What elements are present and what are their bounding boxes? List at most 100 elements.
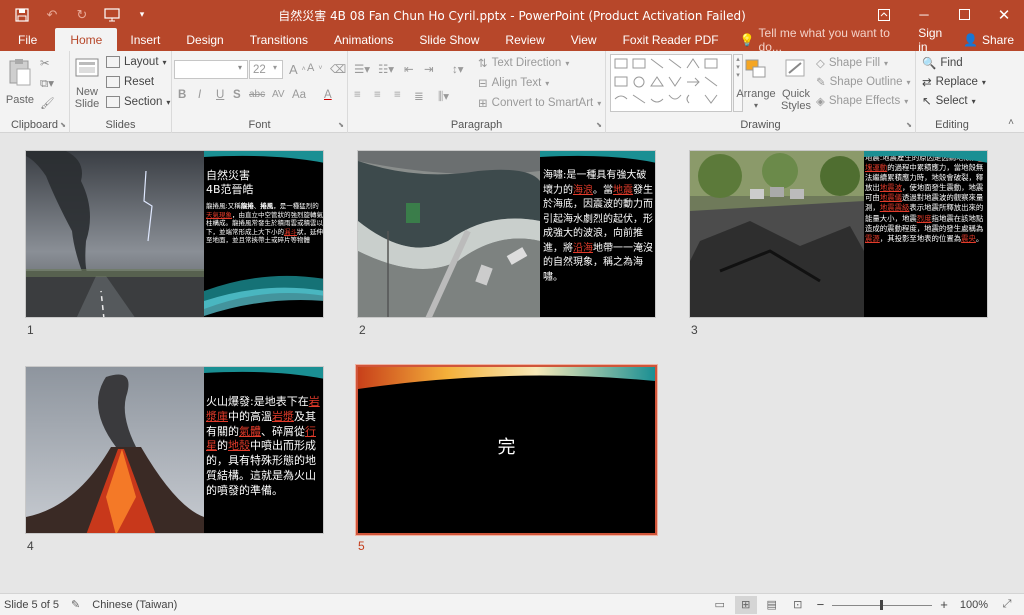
tab-file[interactable]: File <box>0 29 55 51</box>
slide-thumbnail-1[interactable]: 自然災害 4B范晉皓 龍捲風:又稱龍捲、捲風，是一種猛烈的天氣現象，由直立中空管… <box>25 150 324 318</box>
bullets-icon[interactable]: ☰▾ <box>354 62 370 76</box>
normal-view-icon[interactable]: ▭ <box>709 596 731 614</box>
font-launcher-icon[interactable]: ⬊ <box>338 121 344 129</box>
slide-thumbnail-4[interactable]: 火山爆發:是地表下在岩漿庫中的高溫岩漿及其有關的氣體、碎屑從行星的地殼中噴出而形… <box>25 366 324 534</box>
font-size-dropdown-icon[interactable]: ▾ <box>273 63 277 72</box>
undo-icon[interactable]: ↶ <box>38 3 66 27</box>
tab-review[interactable]: Review <box>492 29 557 51</box>
slide-sorter-view-icon[interactable]: ⊞ <box>734 595 757 614</box>
layout-button[interactable]: Layout ▾ <box>106 56 167 68</box>
font-name-box[interactable] <box>174 60 248 79</box>
align-right-icon[interactable]: ≡ <box>394 89 401 101</box>
replace-button[interactable]: ⇄ Replace ▾ <box>922 75 986 89</box>
align-text-button[interactable]: ⊟ Align Text ▾ <box>478 76 549 90</box>
shape-effects-icon: ◈ <box>816 96 825 108</box>
shape-effects-button[interactable]: ◈ Shape Effects ▾ <box>816 94 908 108</box>
zoom-level[interactable]: 100% <box>956 599 992 611</box>
save-icon[interactable] <box>8 3 36 27</box>
paste-label: Paste <box>5 94 35 106</box>
slide-thumbnail-3[interactable]: 地震:地震產生的原因是因為地殼在板塊運動的過程中累積應力，當地殼無法繼續累積應力… <box>689 150 988 318</box>
section-button[interactable]: Section ▾ <box>106 96 170 108</box>
slide-thumbnail-2[interactable]: 海嘯:是一種具有強大破壞力的海浪。當地震發生於海底，因震波的動力而引起海水劇烈的… <box>357 150 656 318</box>
bold-button[interactable]: B <box>178 89 186 101</box>
slide-keyword: 地震震級 <box>879 203 910 213</box>
format-painter-icon[interactable]: 🖌 <box>40 96 55 110</box>
arrange-button[interactable]: Arrange ▾ <box>736 57 776 112</box>
ribbon-display-options-icon[interactable] <box>864 0 904 29</box>
strikethrough-button[interactable]: abc <box>249 89 265 100</box>
clipboard-launcher-icon[interactable]: ⬊ <box>60 121 66 129</box>
new-slide-button[interactable]: New Slide <box>72 57 102 110</box>
reset-button[interactable]: Reset <box>106 76 154 88</box>
tab-insert[interactable]: Insert <box>117 29 173 51</box>
select-button[interactable]: ↖ Select ▾ <box>922 94 976 108</box>
shapes-gallery[interactable] <box>610 54 732 112</box>
tab-view[interactable]: View <box>558 29 610 51</box>
align-left-icon[interactable]: ≡ <box>354 89 361 101</box>
fit-to-window-icon[interactable]: ⤢ <box>996 596 1018 614</box>
drawing-launcher-icon[interactable]: ⬊ <box>906 121 912 129</box>
find-button[interactable]: 🔍 Find <box>922 56 963 70</box>
paragraph-launcher-icon[interactable]: ⬊ <box>596 121 602 129</box>
italic-button[interactable]: I <box>198 89 201 101</box>
quick-styles-button[interactable]: Quick Styles <box>778 57 814 112</box>
zoom-out-button[interactable]: − <box>813 597 829 612</box>
underline-button[interactable]: U <box>216 89 224 101</box>
slide-keyword: 地震波 <box>879 183 902 193</box>
redo-icon[interactable]: ↻ <box>68 3 96 27</box>
convert-smartart-button[interactable]: ⊞ Convert to SmartArt ▾ <box>478 96 601 110</box>
tab-foxit-reader-pdf[interactable]: Foxit Reader PDF <box>610 29 732 51</box>
reset-icon <box>106 76 120 88</box>
zoom-slider-thumb[interactable] <box>880 599 884 610</box>
tab-transitions[interactable]: Transitions <box>237 29 321 51</box>
cut-icon[interactable]: ✂ <box>40 56 50 70</box>
tab-design[interactable]: Design <box>173 29 236 51</box>
slide-keyword: 氣體 <box>239 424 261 438</box>
columns-icon[interactable]: ⫼▾ <box>438 89 449 104</box>
text-direction-button[interactable]: ⇅ Text Direction ▾ <box>478 56 569 70</box>
clipboard-group: Paste ✂ ⧉▾ 🖌 Clipboard ⬊ <box>0 51 70 133</box>
decrease-font-icon[interactable]: A ˅ <box>307 62 322 74</box>
spelling-icon[interactable]: ✎ <box>65 598 86 611</box>
justify-icon[interactable]: ≣ <box>414 89 424 103</box>
clear-formatting-icon[interactable]: ⌫ <box>330 62 346 76</box>
increase-font-icon[interactable]: A ˄ <box>289 62 306 77</box>
close-icon[interactable]: ✕ <box>984 0 1024 29</box>
share-button[interactable]: 👤 Share <box>953 33 1024 47</box>
change-case-button[interactable]: Aa <box>292 89 306 101</box>
minimize-icon[interactable]: ─ <box>904 0 944 29</box>
align-center-icon[interactable]: ≡ <box>374 89 381 101</box>
language-indicator[interactable]: Chinese (Taiwan) <box>86 599 183 611</box>
shape-fill-button[interactable]: ◇ Shape Fill ▾ <box>816 56 888 70</box>
reading-view-icon[interactable]: ▤ <box>761 596 783 614</box>
shadow-button[interactable]: S <box>233 89 241 101</box>
zoom-in-button[interactable]: + <box>936 597 952 612</box>
section-icon <box>106 96 120 108</box>
quick-styles-icon <box>785 59 805 77</box>
character-spacing-button[interactable]: AV <box>272 89 285 100</box>
increase-indent-icon[interactable]: ⇥ <box>424 62 434 76</box>
tab-animations[interactable]: Animations <box>321 29 406 51</box>
decrease-indent-icon[interactable]: ⇤ <box>404 62 414 76</box>
tab-home[interactable]: Home <box>55 28 118 51</box>
slide-show-view-icon[interactable]: ⊡ <box>787 596 809 614</box>
tell-me-box[interactable]: 💡 Tell me what you want to do... <box>732 26 909 54</box>
font-color-button[interactable]: A <box>324 89 332 101</box>
shape-outline-button[interactable]: ✎ Shape Outline ▾ <box>816 75 911 89</box>
numbering-icon[interactable]: ☷▾ <box>378 62 394 76</box>
font-name-dropdown-icon[interactable]: ▾ <box>238 63 242 72</box>
collapse-ribbon-icon[interactable]: ˄ <box>1008 117 1014 128</box>
paste-button[interactable]: Paste <box>4 57 36 106</box>
customize-qat-icon[interactable]: ▾ <box>128 3 156 27</box>
copy-icon[interactable]: ⧉▾ <box>40 76 54 91</box>
slide-thumbnail-5[interactable]: 完 <box>355 364 658 536</box>
line-spacing-icon[interactable]: ↕▾ <box>452 62 464 76</box>
tab-slide-show[interactable]: Slide Show <box>406 29 492 51</box>
start-from-beginning-icon[interactable] <box>98 3 126 27</box>
restore-icon[interactable] <box>944 0 984 29</box>
sign-in-link[interactable]: Sign in <box>908 26 953 54</box>
zoom-slider[interactable] <box>832 598 933 612</box>
font-size-box[interactable]: 22 <box>249 60 283 79</box>
slide-number-3: 3 <box>691 323 698 337</box>
slide-sorter: 自然災害 4B范晉皓 龍捲風:又稱龍捲、捲風，是一種猛烈的天氣現象，由直立中空管… <box>0 134 1024 593</box>
